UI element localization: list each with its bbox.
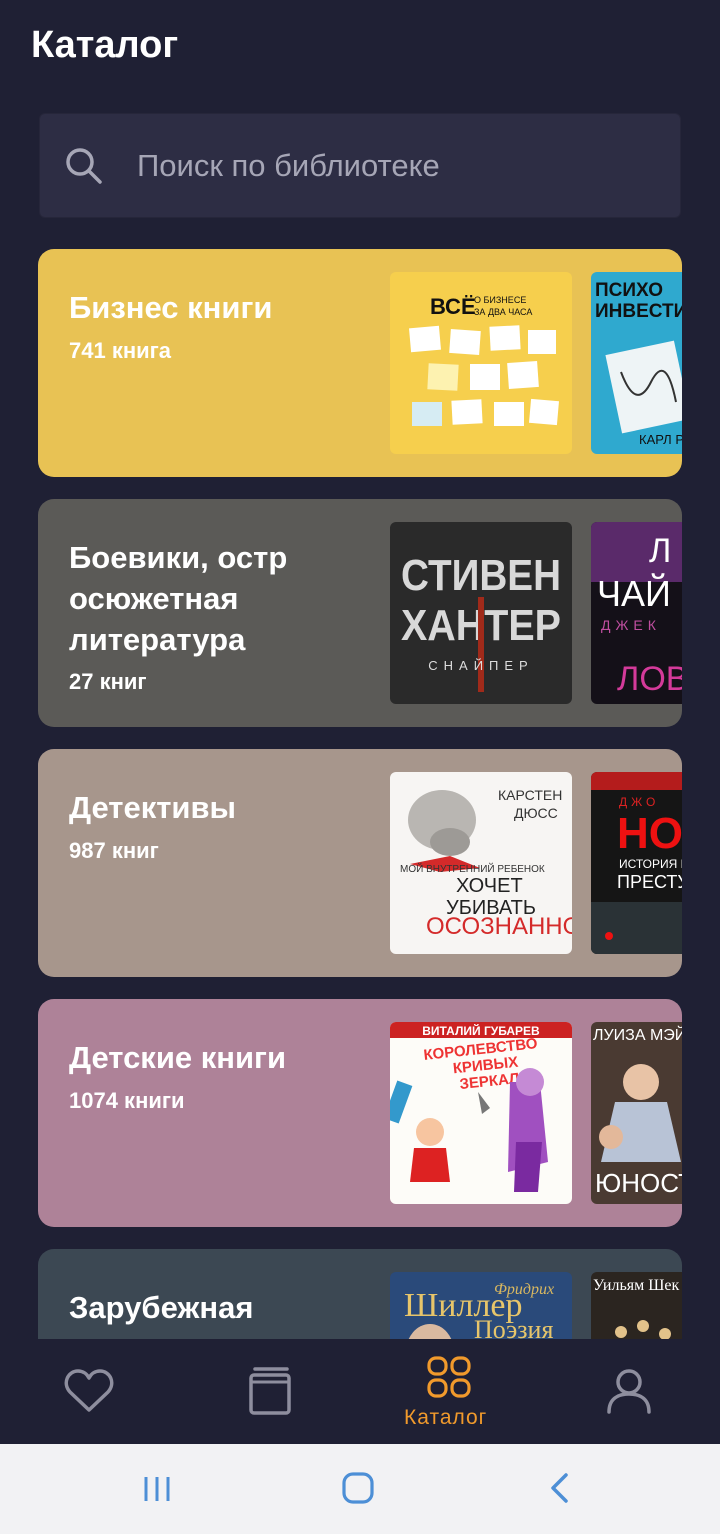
book-cover[interactable]: СТИВЕН ХАНТЕР СНАЙПЕР bbox=[390, 522, 572, 704]
svg-text:КАРЛ Р: КАРЛ Р bbox=[639, 432, 682, 447]
svg-text:ПРЕСТУП: ПРЕСТУП bbox=[617, 872, 682, 892]
heart-icon[interactable] bbox=[64, 1368, 114, 1414]
category-count: 987 книг bbox=[69, 838, 159, 863]
book-cover[interactable]: Фридрих Шиллер Поэзия bbox=[390, 1272, 572, 1339]
category-card-action[interactable]: Боевики, остр осюжетная литература 27 кн… bbox=[38, 499, 682, 727]
svg-text:Уильям Шек: Уильям Шек bbox=[593, 1277, 679, 1294]
svg-text:ВСЁ: ВСЁ bbox=[430, 294, 476, 319]
book-icon[interactable] bbox=[246, 1366, 294, 1416]
category-title: Бизнес книги bbox=[69, 290, 273, 325]
recent-apps-icon[interactable] bbox=[142, 1474, 172, 1504]
category-card-foreign[interactable]: Зарубежная Фридрих Шиллер Поэзия Уильям … bbox=[38, 1249, 682, 1339]
category-card-business[interactable]: Бизнес книги 741 книга ВСЁ О БИЗНЕСЕ ЗА … bbox=[38, 249, 682, 477]
category-count: 741 книга bbox=[69, 338, 172, 363]
svg-text:ЮНОСТ: ЮНОСТ bbox=[595, 1168, 682, 1198]
category-title: Зарубежная bbox=[69, 1290, 254, 1325]
grid-icon bbox=[427, 1356, 471, 1398]
svg-text:ДЖЕК: ДЖЕК bbox=[601, 617, 661, 633]
svg-text:ИСТОРИЯ НА: ИСТОРИЯ НА bbox=[619, 857, 682, 871]
book-cover[interactable]: ВИТАЛИЙ ГУБАРЕВ КОРОЛЕВСТВО КРИВЫХ ЗЕРКА… bbox=[390, 1022, 572, 1204]
svg-text:ОСОЗНАННО: ОСОЗНАННО bbox=[426, 913, 572, 940]
user-icon[interactable] bbox=[606, 1368, 652, 1414]
book-cover[interactable]: Уильям Шек bbox=[591, 1272, 682, 1339]
book-cover[interactable]: ВСЁ О БИЗНЕСЕ ЗА ДВА ЧАСА bbox=[390, 272, 572, 454]
book-cover[interactable]: КАРСТЕН ДЮСС МОЙ ВНУТРЕННИЙ РЕБЕНОК ХОЧЕ… bbox=[390, 772, 572, 954]
svg-text:ПСИХО: ПСИХО bbox=[595, 280, 663, 301]
header: Каталог bbox=[0, 0, 720, 95]
category-card-detectives[interactable]: Детективы 987 книг КАРСТЕН ДЮСС МОЙ ВНУТ… bbox=[38, 749, 682, 977]
category-card-kids[interactable]: Детские книги 1074 книги ВИТАЛИЙ ГУБАРЕВ… bbox=[38, 999, 682, 1227]
svg-text:Л: Л bbox=[649, 532, 671, 570]
search-icon bbox=[66, 148, 102, 184]
nav-label-catalog: Каталог bbox=[404, 1406, 488, 1429]
page-title: Каталог bbox=[31, 24, 179, 66]
category-title: Боевики, остр осюжетная литература bbox=[69, 540, 288, 657]
category-title: Детективы bbox=[69, 790, 237, 825]
svg-text:О БИЗНЕСЕ: О БИЗНЕСЕ bbox=[474, 295, 526, 305]
svg-text:СТИВЕН: СТИВЕН bbox=[401, 551, 561, 600]
book-cover[interactable]: ЛУИЗА МЭЙ О ЮНОСТ bbox=[591, 1022, 682, 1204]
svg-text:ДЮСС: ДЮСС bbox=[514, 805, 558, 821]
svg-text:НО: НО bbox=[617, 809, 682, 858]
svg-text:ЛОВУ: ЛОВУ bbox=[617, 660, 682, 698]
svg-text:ХОЧЕТ: ХОЧЕТ bbox=[456, 875, 523, 897]
back-icon[interactable] bbox=[548, 1472, 572, 1504]
category-list[interactable]: Бизнес книги 741 книга ВСЁ О БИЗНЕСЕ ЗА … bbox=[38, 249, 682, 1339]
svg-text:ЛУИЗА МЭЙ О: ЛУИЗА МЭЙ О bbox=[593, 1025, 682, 1044]
svg-text:ДЖО: ДЖО bbox=[619, 795, 659, 809]
svg-text:КАРСТЕН: КАРСТЕН bbox=[498, 787, 562, 803]
home-icon[interactable] bbox=[341, 1471, 375, 1505]
book-cover[interactable]: Л ЧАЙ ДЖЕК ЛОВУ bbox=[591, 522, 682, 704]
svg-text:МОЙ ВНУТРЕННИЙ РЕБЕНОК: МОЙ ВНУТРЕННИЙ РЕБЕНОК bbox=[400, 862, 545, 875]
book-cover[interactable]: ДЖО НО ИСТОРИЯ НА ПРЕСТУП bbox=[591, 772, 682, 954]
svg-text:ИНВЕСТИ: ИНВЕСТИ bbox=[595, 301, 682, 322]
nav-item-catalog[interactable]: Каталог bbox=[395, 1350, 505, 1430]
book-cover[interactable]: ПСИХО ИНВЕСТИ КАРЛ Р bbox=[591, 272, 682, 454]
svg-text:Поэзия: Поэзия bbox=[474, 1315, 553, 1339]
svg-text:ЧАЙ: ЧАЙ bbox=[597, 572, 671, 614]
category-count: 27 книг bbox=[69, 669, 147, 694]
category-title: Детские книги bbox=[69, 1040, 286, 1075]
svg-text:СНАЙПЕР: СНАЙПЕР bbox=[428, 658, 533, 673]
search-placeholder: Поиск по библиотеке bbox=[137, 148, 440, 183]
svg-text:ЗА ДВА ЧАСА: ЗА ДВА ЧАСА bbox=[474, 307, 532, 317]
category-count: 1074 книги bbox=[69, 1088, 185, 1113]
